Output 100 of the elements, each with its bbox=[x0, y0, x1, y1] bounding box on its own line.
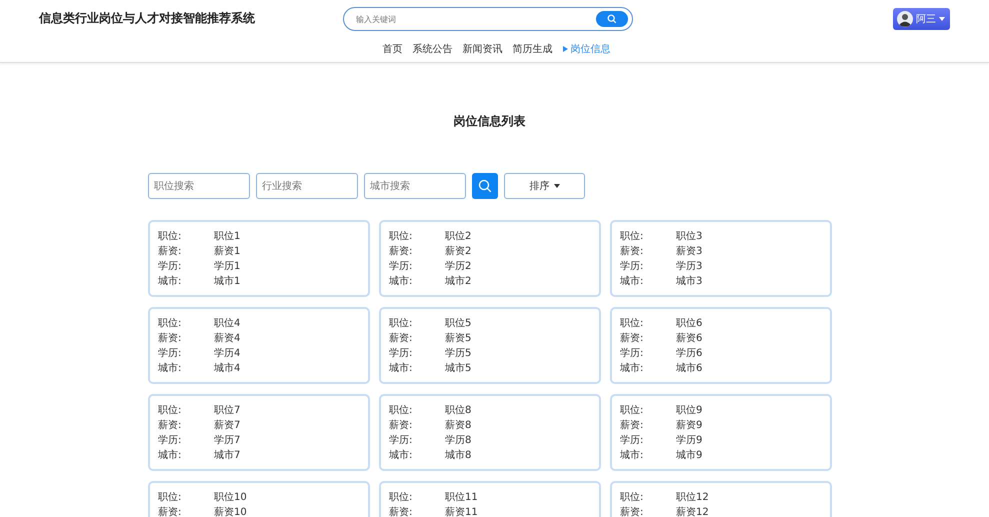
field-label: 薪资: bbox=[620, 506, 644, 517]
field-label: 薪资: bbox=[389, 332, 414, 346]
field-label: 城市: bbox=[158, 274, 182, 289]
job-card[interactable]: 职位: 职位12 薪资: 薪资12 bbox=[610, 481, 832, 517]
field-label: 学历: bbox=[389, 260, 414, 274]
job-card[interactable]: 职位: 职位4 薪资: 薪资4 学历: 学历4 城市: 城市4 bbox=[148, 307, 370, 384]
field-label: 学历: bbox=[620, 434, 644, 448]
field-value: 城市9 bbox=[676, 448, 702, 463]
job-card[interactable]: 职位: 职位5 薪资: 薪资5 学历: 学历5 城市: 城市5 bbox=[379, 307, 601, 384]
field-value: 薪资6 bbox=[676, 332, 702, 346]
field-label: 职位: bbox=[158, 491, 182, 505]
field-label: 学历: bbox=[158, 434, 182, 448]
job-card[interactable]: 职位: 职位6 薪资: 薪资6 学历: 学历6 城市: 城市6 bbox=[610, 307, 832, 384]
triangle-icon bbox=[562, 46, 568, 52]
field-value: 薪资4 bbox=[214, 332, 240, 346]
search-field[interactable]: 输入关键词 bbox=[354, 14, 558, 24]
field-label: 城市: bbox=[389, 448, 414, 463]
field-value: 学历7 bbox=[214, 434, 240, 448]
field-value: 职位5 bbox=[445, 317, 472, 331]
field-label: 城市: bbox=[620, 448, 644, 463]
field-value: 学历6 bbox=[676, 347, 702, 361]
filter-field[interactable]: 行业搜索 bbox=[256, 173, 358, 199]
field-label: 学历: bbox=[158, 347, 182, 361]
job-card[interactable]: 职位: 职位3 薪资: 薪资3 学历: 学历3 城市: 城市3 bbox=[610, 220, 832, 297]
field-value: 薪资8 bbox=[445, 418, 472, 433]
field-value: 城市1 bbox=[214, 274, 240, 289]
search-button[interactable] bbox=[472, 173, 498, 199]
field-label: 职位: bbox=[620, 491, 644, 505]
field-value: 学历5 bbox=[445, 347, 472, 361]
field-label: 职位: bbox=[389, 230, 414, 244]
field-label: 城市: bbox=[620, 274, 644, 289]
field-label: 职位: bbox=[158, 317, 182, 331]
page-heading: 岗位信息列表 bbox=[452, 113, 526, 130]
nav-link[interactable]: 新闻资讯 bbox=[462, 42, 502, 56]
field-value: 城市4 bbox=[214, 362, 240, 376]
field-value: 城市6 bbox=[676, 362, 702, 376]
field-label: 学历: bbox=[620, 347, 644, 361]
job-card[interactable]: 职位: 职位8 薪资: 薪资8 学历: 学历8 城市: 城市8 bbox=[379, 394, 601, 471]
field-value: 职位2 bbox=[445, 230, 472, 244]
field-value: 职位12 bbox=[676, 491, 709, 505]
field-value: 薪资1 bbox=[214, 244, 240, 259]
field-label: 学历: bbox=[389, 347, 414, 361]
field-label: 薪资: bbox=[158, 506, 182, 517]
field-value: 薪资11 bbox=[445, 506, 478, 517]
field-value: 学历4 bbox=[214, 347, 240, 361]
sort-button[interactable]: 排序 bbox=[504, 173, 585, 199]
field-value: 学历3 bbox=[676, 260, 702, 274]
filter-field[interactable]: 职位搜索 bbox=[148, 173, 250, 199]
field-value: 薪资12 bbox=[676, 506, 709, 517]
field-label: 薪资: bbox=[158, 244, 182, 259]
field-value: 薪资9 bbox=[676, 418, 702, 433]
user-menu-button[interactable]: 阿三 bbox=[893, 8, 950, 30]
field-label: 薪资: bbox=[389, 506, 414, 517]
field-label: 城市: bbox=[158, 362, 182, 376]
field-value: 学历2 bbox=[445, 260, 472, 274]
field-label: 城市: bbox=[389, 362, 414, 376]
field-value: 职位10 bbox=[214, 491, 247, 505]
field-value: 城市2 bbox=[445, 274, 472, 289]
field-value: 薪资10 bbox=[214, 506, 247, 517]
field-label: 薪资: bbox=[620, 244, 644, 259]
field-label: 职位: bbox=[389, 404, 414, 418]
nav-link[interactable]: 简历生成 bbox=[512, 42, 552, 56]
filter-field[interactable]: 城市搜索 bbox=[364, 173, 466, 199]
field-label: 职位: bbox=[389, 491, 414, 505]
field-label: 城市: bbox=[389, 274, 414, 289]
field-label: 学历: bbox=[158, 260, 182, 274]
field-label: 城市: bbox=[620, 362, 644, 376]
search-bar[interactable]: 输入关键词 bbox=[343, 7, 633, 31]
caret-icon bbox=[939, 17, 945, 21]
field-value: 职位7 bbox=[214, 404, 240, 418]
job-card[interactable]: 职位: 职位1 薪资: 薪资1 学历: 学历1 城市: 城市1 bbox=[148, 220, 370, 297]
nav-link[interactable]: 系统公告 bbox=[412, 42, 452, 56]
field-label: 薪资: bbox=[389, 418, 414, 433]
field-value: 城市7 bbox=[214, 448, 240, 463]
field-value: 城市3 bbox=[676, 274, 702, 289]
field-label: 薪资: bbox=[620, 332, 644, 346]
field-value: 职位8 bbox=[445, 404, 472, 418]
field-value: 职位9 bbox=[676, 404, 702, 418]
job-card[interactable]: 职位: 职位7 薪资: 薪资7 学历: 学历7 城市: 城市7 bbox=[148, 394, 370, 471]
field-value: 学历8 bbox=[445, 434, 472, 448]
job-card[interactable]: 职位: 职位11 薪资: 薪资11 bbox=[379, 481, 601, 517]
field-value: 职位1 bbox=[214, 230, 240, 244]
job-card[interactable]: 职位: 职位10 薪资: 薪资10 bbox=[148, 481, 370, 517]
nav-link[interactable]: 首页 bbox=[382, 42, 402, 56]
field-value: 薪资7 bbox=[214, 418, 240, 433]
field-value: 职位4 bbox=[214, 317, 240, 331]
search-button[interactable] bbox=[596, 11, 628, 27]
field-value: 城市5 bbox=[445, 362, 472, 376]
search-icon bbox=[607, 14, 617, 24]
field-label: 学历: bbox=[620, 260, 644, 274]
field-value: 职位11 bbox=[445, 491, 478, 505]
job-card[interactable]: 职位: 职位9 薪资: 薪资9 学历: 学历9 城市: 城市9 bbox=[610, 394, 832, 471]
field-value: 职位3 bbox=[676, 230, 702, 244]
field-label: 学历: bbox=[389, 434, 414, 448]
field-label: 职位: bbox=[158, 230, 182, 244]
field-value: 薪资3 bbox=[676, 244, 702, 259]
job-card[interactable]: 职位: 职位2 薪资: 薪资2 学历: 学历2 城市: 城市2 bbox=[379, 220, 601, 297]
field-label: 职位: bbox=[389, 317, 414, 331]
field-label: 职位: bbox=[158, 404, 182, 418]
field-value: 城市8 bbox=[445, 448, 472, 463]
